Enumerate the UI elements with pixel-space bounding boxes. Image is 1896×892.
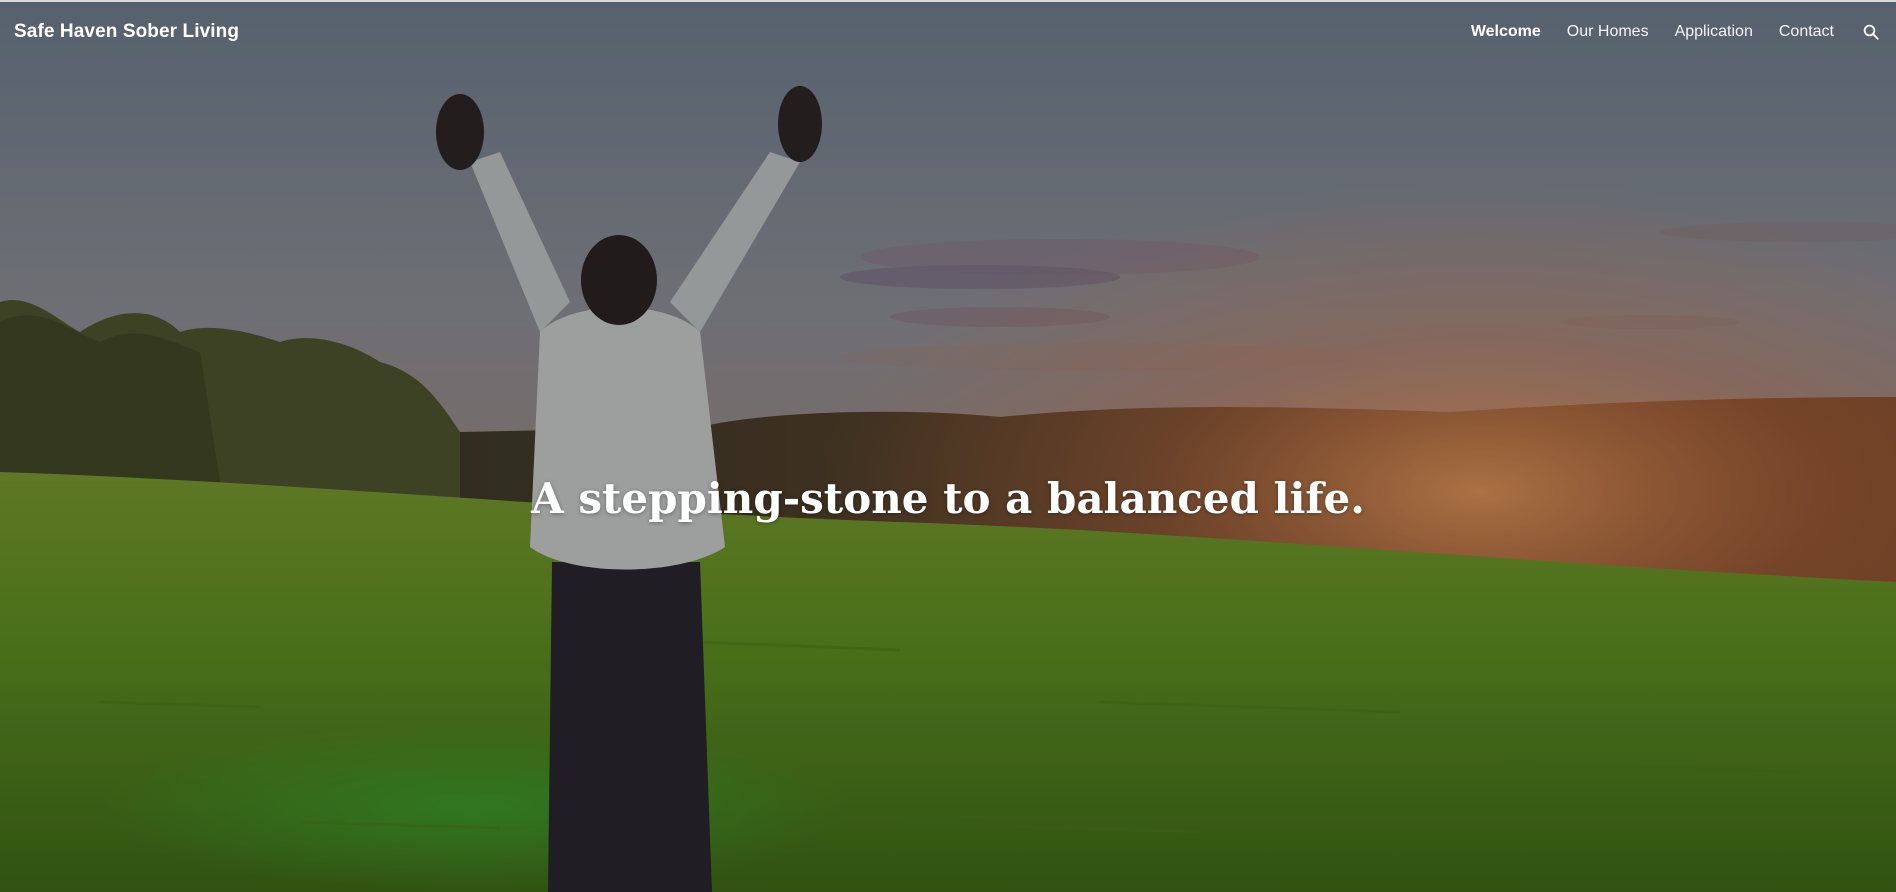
nav-item-welcome[interactable]: Welcome xyxy=(1471,23,1541,41)
site-title[interactable]: Safe Haven Sober Living xyxy=(14,21,239,43)
nav-item-contact[interactable]: Contact xyxy=(1779,23,1834,41)
hero-section: Safe Haven Sober Living Welcome Our Home… xyxy=(0,0,1896,892)
search-icon[interactable] xyxy=(1860,21,1882,43)
site-header: Safe Haven Sober Living Welcome Our Home… xyxy=(0,2,1896,62)
nav-item-our-homes[interactable]: Our Homes xyxy=(1567,23,1649,41)
hero-headline: A stepping-stone to a balanced life. xyxy=(531,474,1365,524)
nav-item-application[interactable]: Application xyxy=(1675,23,1753,41)
hero-overlay xyxy=(0,2,1896,892)
main-nav: Welcome Our Homes Application Contact xyxy=(1445,21,1882,43)
